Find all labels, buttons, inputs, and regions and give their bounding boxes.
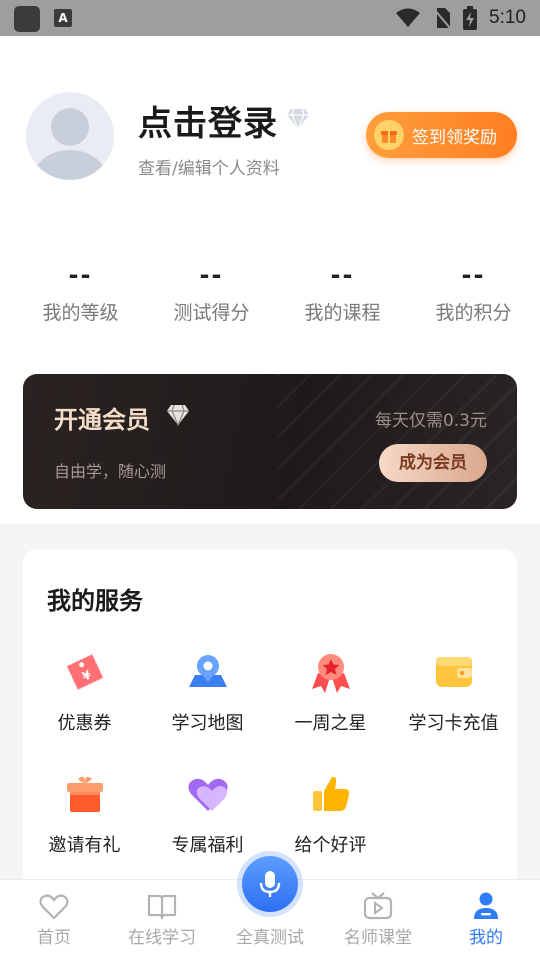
stat-points[interactable]: -- 我的积分 bbox=[408, 260, 539, 325]
profile-section: 点击登录 查看/编辑个人资料 签到领奖励 -- 我的等级 -- 测试得分 -- … bbox=[0, 36, 540, 524]
login-title[interactable]: 点击登录 bbox=[138, 96, 278, 145]
vip-card-pattern bbox=[277, 374, 517, 509]
service-label: 给个好评 bbox=[294, 835, 367, 856]
microphone-icon bbox=[259, 871, 281, 897]
no-sim-icon bbox=[433, 8, 451, 29]
service-study-map[interactable]: 学习地图 bbox=[146, 649, 269, 735]
stat-value: -- bbox=[461, 261, 486, 289]
heart-outline-icon bbox=[39, 894, 69, 920]
stat-label: 我的等级 bbox=[42, 302, 119, 324]
tv-play-icon bbox=[363, 892, 393, 920]
service-invite[interactable]: 邀请有礼 bbox=[23, 771, 146, 857]
checkin-button[interactable]: 签到领奖励 bbox=[366, 112, 517, 158]
stat-label: 我的课程 bbox=[304, 302, 381, 324]
edit-profile-link[interactable]: 查看/编辑个人资料 bbox=[138, 154, 280, 179]
gift-icon bbox=[374, 120, 404, 150]
nav-label: 首页 bbox=[37, 928, 71, 948]
service-rate-us[interactable]: 给个好评 bbox=[269, 771, 392, 857]
battery-charging-icon bbox=[463, 6, 478, 30]
service-label: 优惠券 bbox=[57, 713, 112, 734]
medal-icon bbox=[311, 654, 350, 693]
become-member-button[interactable]: 成为会员 bbox=[379, 444, 487, 482]
services-card: 我的服务 ¥ 优惠券 学习地图 一周之星 学习卡充值 邀请有礼 专属福利 给个好… bbox=[23, 549, 517, 889]
gift-box-icon bbox=[66, 776, 103, 812]
nav-label: 名师课堂 bbox=[344, 928, 412, 948]
heart-icon bbox=[187, 778, 228, 811]
nav-label: 我的 bbox=[469, 928, 503, 948]
stat-value: -- bbox=[199, 261, 224, 289]
nav-home[interactable]: 首页 bbox=[0, 880, 108, 960]
map-pin-icon bbox=[188, 655, 227, 687]
book-icon bbox=[147, 894, 177, 920]
wallet-icon bbox=[435, 657, 472, 687]
service-label: 一周之星 bbox=[294, 713, 367, 734]
stat-level[interactable]: -- 我的等级 bbox=[15, 260, 146, 325]
vip-card[interactable]: 开通会员 自由学，随心测 每天仅需0.3元 成为会员 bbox=[23, 374, 517, 509]
service-weekly-star[interactable]: 一周之星 bbox=[269, 649, 392, 735]
font-a-icon: A bbox=[54, 9, 72, 27]
microphone-button[interactable] bbox=[242, 856, 298, 912]
service-coupon[interactable]: ¥ 优惠券 bbox=[23, 649, 146, 735]
service-label: 学习卡充值 bbox=[408, 713, 499, 734]
nav-label: 全真测试 bbox=[236, 928, 304, 948]
service-label: 专属福利 bbox=[171, 835, 244, 856]
avatar-body-shape bbox=[35, 150, 105, 180]
nav-mine[interactable]: 我的 bbox=[432, 880, 540, 960]
stat-label: 我的积分 bbox=[435, 302, 512, 324]
avatar-head-shape bbox=[51, 108, 89, 146]
vip-title: 开通会员 bbox=[54, 406, 150, 434]
service-welfare[interactable]: 专属福利 bbox=[146, 771, 269, 857]
vip-subtitle: 自由学，随心测 bbox=[54, 462, 167, 481]
stats-row: -- 我的等级 -- 测试得分 -- 我的课程 -- 我的积分 bbox=[0, 260, 540, 325]
stat-label: 测试得分 bbox=[173, 302, 250, 324]
vip-price: 每天仅需0.3元 bbox=[374, 411, 487, 431]
stat-score[interactable]: -- 测试得分 bbox=[146, 260, 277, 325]
stat-value: -- bbox=[68, 261, 93, 289]
nav-label: 在线学习 bbox=[128, 928, 196, 948]
nav-online-study[interactable]: 在线学习 bbox=[108, 880, 216, 960]
app-icon bbox=[14, 6, 40, 32]
avatar[interactable] bbox=[26, 92, 114, 180]
vip-diamond-icon bbox=[167, 404, 189, 426]
service-card-recharge[interactable]: 学习卡充值 bbox=[392, 649, 515, 735]
diamond-icon bbox=[287, 108, 309, 130]
checkin-label: 签到领奖励 bbox=[412, 127, 497, 148]
status-bar: A 5:10 bbox=[0, 0, 540, 36]
service-label: 邀请有礼 bbox=[48, 835, 121, 856]
nav-teacher-class[interactable]: 名师课堂 bbox=[324, 880, 432, 960]
wifi-icon bbox=[396, 8, 421, 27]
stat-value: -- bbox=[330, 261, 355, 289]
clock: 5:10 bbox=[489, 7, 526, 28]
service-label: 学习地图 bbox=[171, 713, 244, 734]
thumbs-up-icon bbox=[312, 776, 349, 811]
services-title: 我的服务 bbox=[47, 587, 143, 615]
stat-courses[interactable]: -- 我的课程 bbox=[277, 260, 408, 325]
coupon-icon: ¥ bbox=[65, 653, 104, 691]
user-icon bbox=[474, 892, 498, 919]
